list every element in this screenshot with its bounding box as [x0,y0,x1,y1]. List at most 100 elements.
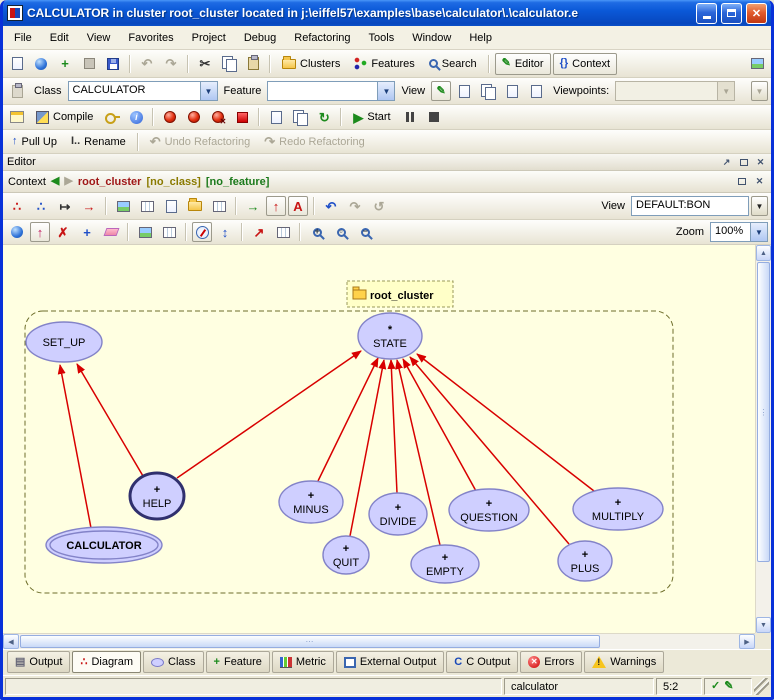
pause-button[interactable] [399,106,421,128]
diagram-node-quit[interactable]: +QUIT [323,536,369,574]
maximize-context-button[interactable] [735,176,748,188]
diagram-node-state[interactable]: *STATE [358,313,422,359]
diagram-history-button[interactable]: ↺ [368,195,390,217]
put-handle-right-button[interactable]: ↑ [30,222,50,242]
undo-refactoring-button[interactable]: ↶Undo Refactoring [144,131,257,153]
diagram-view-combobox[interactable]: DEFAULT:BON [631,196,749,216]
horizontal-scroll-thumb[interactable]: ⋯ [20,635,600,648]
quick-melt-button[interactable] [183,106,205,128]
inheritance-link-tool-button[interactable]: → [78,195,100,217]
class-dropdown-arrow-icon[interactable]: ▼ [200,82,217,100]
table-window-button[interactable] [208,195,230,217]
go-to-target-button[interactable]: → [242,195,264,217]
delete-item-button[interactable]: ✗ [52,221,74,243]
clickable-view-button[interactable] [453,80,475,102]
interface-view-button[interactable] [525,80,547,102]
inheritance-link-help-to-state[interactable] [177,351,361,478]
cluster-tool-button[interactable]: ∴ [30,195,52,217]
relayout-button[interactable]: ↗ [248,221,270,243]
diagram-node-plus[interactable]: +PLUS [558,541,612,581]
save-button[interactable] [78,53,100,75]
editor-toggle-button[interactable]: ✎Editor [495,53,551,75]
scroll-up-button[interactable]: ▲ [756,245,771,261]
open-button[interactable] [30,53,52,75]
export-grid-button[interactable] [136,195,158,217]
inheritance-link-minus-to-state[interactable] [318,358,378,481]
compile-options-button[interactable] [101,106,123,128]
contract-view-button[interactable] [501,80,523,102]
close-button[interactable]: ✕ [746,3,767,24]
add-to-diagram-button[interactable] [272,221,294,243]
crop-diagram-button[interactable]: ↑ [266,196,286,216]
toggle-labels-button[interactable]: A [288,196,308,216]
export-image-button[interactable] [112,195,134,217]
flat-view-button[interactable] [477,80,499,102]
menu-favorites[interactable]: Favorites [119,28,182,48]
client-links-window-button[interactable] [134,221,156,243]
menu-edit[interactable]: Edit [41,28,78,48]
zoom-out-button[interactable]: − [354,221,376,243]
clusters-button[interactable]: Clusters [276,53,346,75]
print-diagram-button[interactable] [160,195,182,217]
start-button[interactable]: ▶Start [347,106,396,128]
finalize-button[interactable] [231,106,253,128]
class-tool-button[interactable]: ∴ [6,195,28,217]
diagram-node-empty[interactable]: +EMPTY [411,545,479,583]
new-window-button[interactable] [6,53,28,75]
inheritance-link-divide-to-state[interactable] [391,360,397,493]
pull-up-button[interactable]: ↑Pull Up [6,131,63,153]
menu-tools[interactable]: Tools [360,28,404,48]
last-result-button[interactable] [265,106,287,128]
horizontal-scrollbar[interactable]: ◀ ⋯ ▶ [3,633,755,649]
diagram-node-minus[interactable]: +MINUS [279,481,343,523]
rename-button[interactable]: I..Rename [65,131,132,153]
sort-layout-button[interactable]: ↕ [214,221,236,243]
tab-class[interactable]: Class [143,651,204,673]
external-editor-button[interactable] [746,53,768,75]
freeze-button[interactable] [207,106,229,128]
toolbar-overflow-button[interactable]: ▼ [751,81,768,101]
send-to-button[interactable] [6,80,28,102]
diagram-node-set_up[interactable]: SET_UP [26,322,102,362]
redo-refactoring-button[interactable]: ↷Redo Refactoring [258,131,371,153]
basic-text-view-button[interactable]: ✎ [431,81,451,101]
resize-grip[interactable] [754,678,769,695]
history-forward-button[interactable]: ▶ [64,176,72,187]
tab-diagram[interactable]: ∴Diagram [72,651,141,673]
tab-feature[interactable]: +Feature [206,651,270,673]
diagram-node-help[interactable]: +HELP [130,473,184,519]
close-context-button[interactable]: ✕ [753,176,766,188]
undo-button[interactable]: ↶ [136,53,158,75]
class-combobox[interactable]: CALCULATOR▼ [68,81,218,101]
tab-metric[interactable]: Metric [272,651,334,673]
zoom-combobox[interactable]: 100%▼ [710,222,768,242]
tab-warnings[interactable]: !Warnings [584,651,664,673]
title-bar[interactable]: CALCULATOR in cluster root_cluster locat… [3,0,771,26]
erase-button[interactable] [100,221,122,243]
client-link-tool-button[interactable]: ↦ [54,195,76,217]
search-button[interactable]: Search [423,53,483,75]
zoom-fit-button[interactable]: ▫ [330,221,352,243]
add-class-button[interactable]: + [54,53,76,75]
inheritance-link-help-to-set_up[interactable] [77,364,143,476]
open-cluster-button[interactable] [184,195,206,217]
scroll-right-button[interactable]: ▶ [739,634,755,649]
vertical-scrollbar[interactable]: ▲ ⋮ ▼ [755,245,771,633]
diagram-node-calculator[interactable]: CALCULATOR [46,527,162,563]
scroll-down-button[interactable]: ▼ [756,617,771,633]
editor-pane-header[interactable]: Editor ↗ ✕ [3,154,771,171]
features-button[interactable]: Features [348,53,420,75]
diagram-node-question[interactable]: +QUESTION [449,489,529,531]
minimize-button[interactable] [696,3,717,24]
history-back-button[interactable]: ◀ [51,176,59,187]
inheritance-link-calculator-to-set_up[interactable] [60,365,91,528]
stop-button[interactable] [423,106,445,128]
vertical-scroll-thumb[interactable]: ⋮ [757,262,770,562]
melt-button[interactable] [159,106,181,128]
submit-button[interactable] [289,106,311,128]
tab-c-output[interactable]: CC Output [446,651,518,673]
save-all-button[interactable] [102,53,124,75]
copy-button[interactable] [218,53,240,75]
physics-layout-button[interactable] [192,222,212,242]
refresh-button[interactable]: ↻ [313,106,335,128]
